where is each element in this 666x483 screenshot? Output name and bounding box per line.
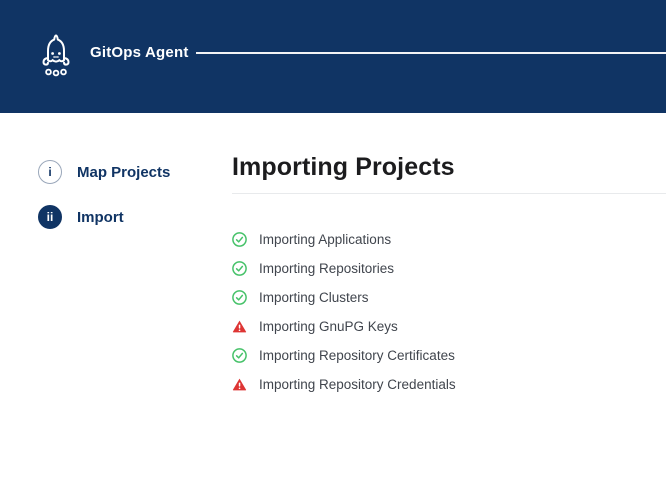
import-status-row: Importing Repositories (232, 254, 666, 283)
circle-check-icon (232, 348, 247, 363)
import-status-row: Importing Repository Certificates (232, 341, 666, 370)
step-label: Import (77, 209, 124, 226)
argo-squid-logo-icon (37, 31, 75, 77)
wizard-stepper: i Map Projects ii Import (0, 113, 232, 483)
step-label: Map Projects (77, 164, 170, 181)
import-item-label: Importing Applications (259, 232, 391, 247)
circle-check-icon (232, 290, 247, 305)
gitops-agent-window: GitOps Agent i Map Projects ii Import Impor… (0, 0, 666, 483)
stepper-item-map-projects[interactable]: i Map Projects (38, 160, 170, 184)
step-marker: i (38, 160, 62, 184)
page-title: Importing Projects (232, 153, 455, 182)
import-status-row: Importing Applications (232, 225, 666, 254)
step-marker: ii (38, 205, 62, 229)
warning-triangle-icon (232, 319, 247, 334)
import-item-label: Importing GnuPG Keys (259, 319, 398, 334)
import-status-row: Importing GnuPG Keys (232, 312, 666, 341)
import-item-label: Importing Clusters (259, 290, 369, 305)
import-status-list: Importing Applications Importing Reposito… (232, 225, 666, 399)
circle-check-icon (232, 232, 247, 247)
import-status-row: Importing Clusters (232, 283, 666, 312)
app-title: GitOps Agent (90, 44, 189, 62)
import-item-label: Importing Repository Certificates (259, 348, 455, 363)
warning-triangle-icon (232, 377, 247, 392)
stepper-item-import[interactable]: ii Import (38, 205, 124, 229)
import-status-row: Importing Repository Credentials (232, 370, 666, 399)
main-content: Importing Projects Importing Application… (232, 113, 666, 483)
title-divider (232, 193, 666, 194)
circle-check-icon (232, 261, 247, 276)
header-divider-line (196, 52, 666, 54)
import-item-label: Importing Repository Credentials (259, 377, 456, 392)
app-header: GitOps Agent (0, 0, 666, 113)
import-item-label: Importing Repositories (259, 261, 394, 276)
